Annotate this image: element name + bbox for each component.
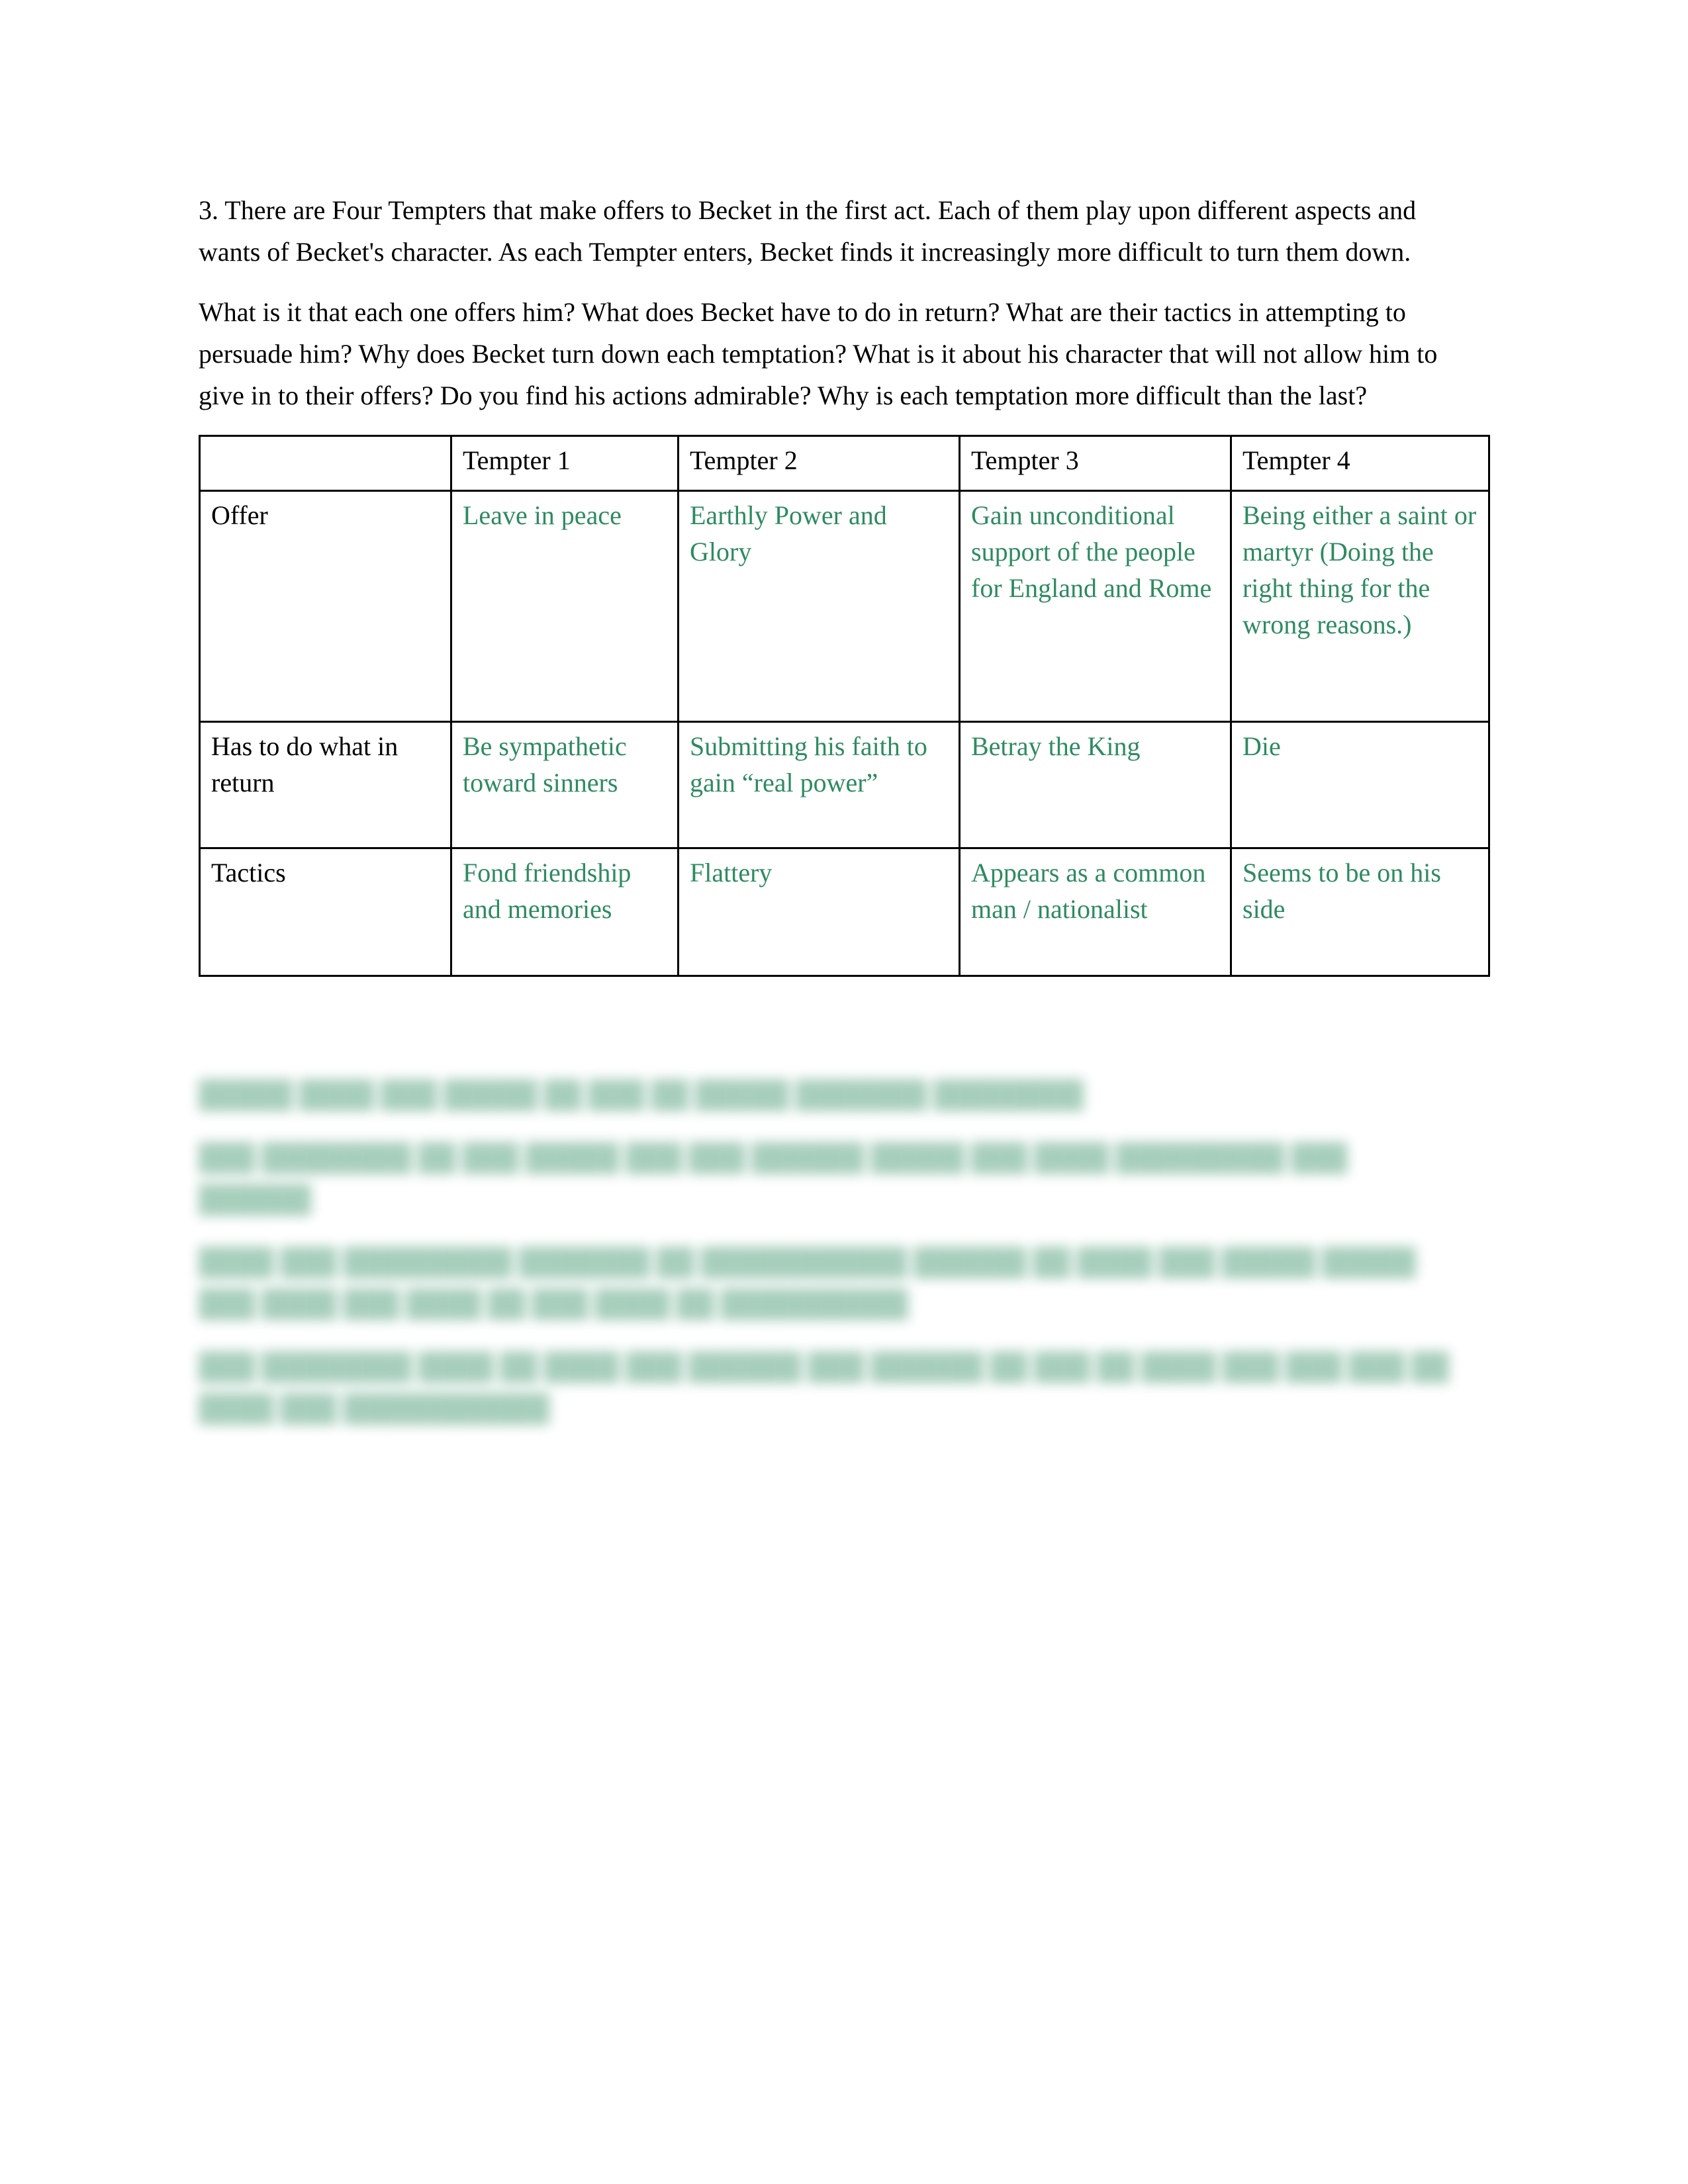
row-label-offer: Offer [199, 490, 452, 723]
table-row-has-to-do-what-in-return: Has to do what in return Be sympathetic … [199, 721, 1490, 849]
document-page: 3. There are Four Tempters that make off… [0, 0, 1688, 2184]
table-header-tempter-1: Tempter 1 [450, 435, 679, 492]
cell-return-t2: Submitting his faith to gain “real power… [677, 721, 961, 849]
cell-tactics-t1: Fond friendship and memories [450, 847, 679, 977]
paragraph-prompt-questions: What is it that each one offers him? Wha… [199, 297, 1438, 410]
table-header-corner [199, 435, 452, 492]
blurred-line-3: ████ ███ █████████ ███████ ██ ██████████… [199, 1247, 1416, 1318]
cell-return-t1: Be sympathetic toward sinners [450, 721, 679, 849]
cell-tactics-t3: Appears as a common man / nationalist [959, 847, 1232, 977]
cell-offer-t2: Earthly Power and Glory [677, 490, 961, 723]
table-header-row: Tempter 1 Tempter 2 Tempter 3 Tempter 4 [199, 435, 1490, 492]
cell-return-t3: Betray the King [959, 721, 1232, 849]
table-header-tempter-2: Tempter 2 [677, 435, 961, 492]
table-header-tempter-4: Tempter 4 [1230, 435, 1490, 492]
blurred-answer-block: █████ ████ ███ █████ ██ ███ ██ █████ ███… [199, 1073, 1456, 1450]
cell-offer-t1: Leave in peace [450, 490, 679, 723]
cell-tactics-t4: Seems to be on his side [1230, 847, 1490, 977]
blurred-line-1: █████ ████ ███ █████ ██ ███ ██ █████ ███… [199, 1079, 1084, 1109]
row-label-tactics: Tactics [199, 847, 452, 977]
table-header-tempter-3: Tempter 3 [959, 435, 1232, 492]
cell-return-t4: Die [1230, 721, 1490, 849]
cell-offer-t3: Gain unconditional support of the people… [959, 490, 1232, 723]
blurred-line-2: ███ ████████ ██ ███ █████ ███ ███ ██████… [199, 1142, 1348, 1214]
table-row-offer: Offer Leave in peace Earthly Power and G… [199, 490, 1490, 723]
document-body: 3. There are Four Tempters that make off… [199, 189, 1490, 977]
tempters-table: Tempter 1 Tempter 2 Tempter 3 Tempter 4 … [199, 435, 1490, 977]
paragraph-question-3: 3. There are Four Tempters that make off… [199, 195, 1417, 267]
cell-offer-t4: Being either a saint or martyr (Doing th… [1230, 490, 1490, 723]
cell-tactics-t2: Flattery [677, 847, 961, 977]
table-row-tactics: Tactics Fond friendship and memories Fla… [199, 847, 1490, 977]
blurred-line-4: ███ ████████ ████ ██ ████ ███ ██████ ███… [199, 1351, 1449, 1423]
row-label-return: Has to do what in return [199, 721, 452, 849]
